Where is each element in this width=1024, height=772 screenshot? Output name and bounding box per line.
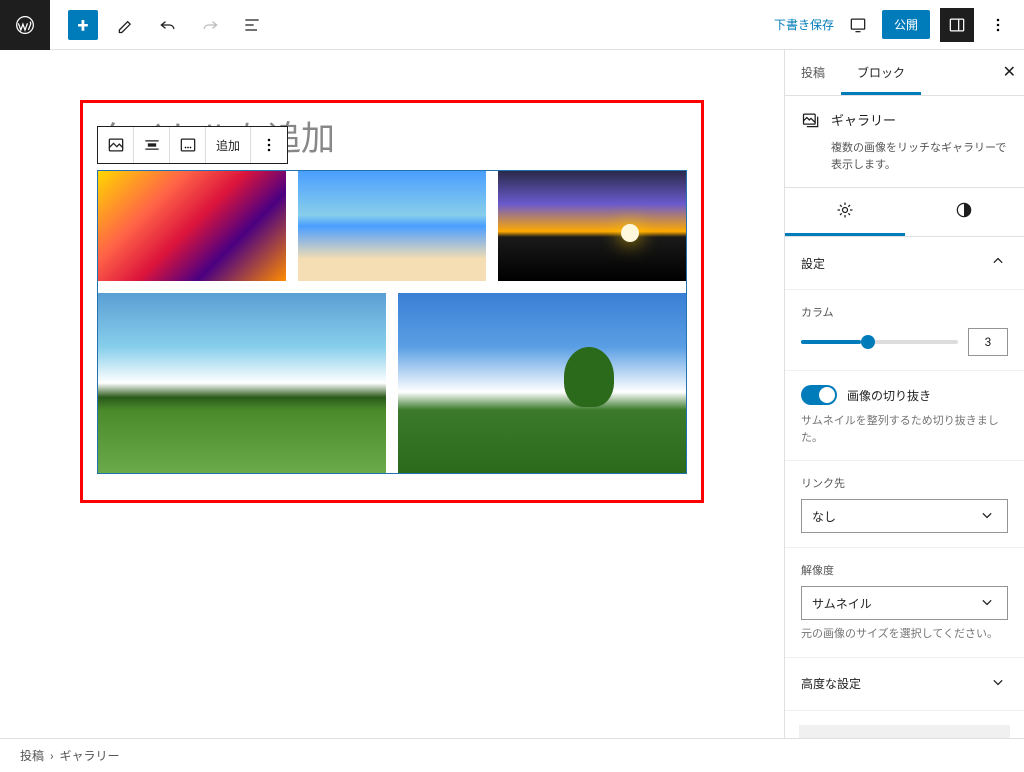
- columns-label: カラム: [801, 304, 1008, 320]
- sidebar-toggle-button[interactable]: [940, 8, 974, 42]
- resolution-select[interactable]: サムネイル: [801, 586, 1008, 620]
- undo-icon[interactable]: [154, 11, 182, 39]
- gallery-image[interactable]: [98, 171, 286, 281]
- breadcrumb-post[interactable]: 投稿: [20, 749, 44, 763]
- close-sidebar-icon[interactable]: ✕: [1003, 62, 1016, 81]
- gallery-image[interactable]: [98, 293, 386, 473]
- gallery-image[interactable]: [398, 293, 686, 473]
- section-advanced-toggle[interactable]: 高度な設定: [785, 658, 1024, 711]
- link-label: リンク先: [801, 475, 1008, 491]
- resolution-help: 元の画像のサイズを選択してください。: [801, 626, 1008, 643]
- chevron-down-icon: [977, 592, 997, 615]
- editor-canvas[interactable]: タイトルを追加 追加: [0, 50, 784, 738]
- align-icon[interactable]: [134, 127, 170, 163]
- block-description: 複数の画像をリッチなギャラリーで表示します。: [831, 140, 1008, 173]
- breadcrumb-gallery[interactable]: ギャラリー: [60, 749, 120, 763]
- chevron-down-icon: [977, 505, 997, 528]
- crop-label: 画像の切り抜き: [847, 387, 931, 404]
- gallery-block[interactable]: [97, 170, 687, 474]
- block-type-icon[interactable]: [98, 127, 134, 163]
- preview-icon[interactable]: [844, 11, 872, 39]
- columns-slider[interactable]: [801, 340, 958, 344]
- block-name: ギャラリー: [831, 110, 896, 134]
- caption-icon[interactable]: [170, 127, 206, 163]
- section-settings-toggle[interactable]: 設定: [785, 237, 1024, 290]
- save-draft-link[interactable]: 下書き保存: [774, 16, 834, 33]
- link-select[interactable]: なし: [801, 499, 1008, 533]
- more-options-icon[interactable]: [984, 11, 1012, 39]
- crop-toggle[interactable]: [801, 385, 837, 405]
- dismiss-notice-icon[interactable]: ✕: [993, 733, 1002, 739]
- annotation-highlight: タイトルを追加 追加: [80, 100, 704, 503]
- publish-button[interactable]: 公開: [882, 10, 930, 39]
- gallery-icon: [801, 110, 821, 134]
- chevron-up-icon: [988, 251, 1008, 275]
- settings-sidebar: 投稿 ブロック ✕ ギャラリー 複数の画像をリッチなギャラリーで表示します。 設…: [784, 50, 1024, 738]
- block-more-icon[interactable]: [251, 127, 287, 163]
- top-toolbar: + 下書き保存 公開: [0, 0, 1024, 50]
- styles-subtab[interactable]: [905, 188, 1024, 236]
- breadcrumb: 投稿 › ギャラリー: [0, 738, 1024, 772]
- wordpress-logo[interactable]: [0, 0, 50, 50]
- redo-icon[interactable]: [196, 11, 224, 39]
- columns-value-input[interactable]: 3: [968, 328, 1008, 356]
- tab-block[interactable]: ブロック: [841, 50, 921, 95]
- tab-post[interactable]: 投稿: [785, 50, 841, 95]
- resolution-label: 解像度: [801, 562, 1008, 578]
- add-image-button[interactable]: 追加: [206, 127, 251, 163]
- crop-help: サムネイルを整列するため切り抜きました。: [801, 413, 1008, 446]
- gallery-image[interactable]: [298, 171, 486, 281]
- add-block-button[interactable]: +: [68, 10, 98, 40]
- document-outline-icon[interactable]: [238, 11, 266, 39]
- block-toolbar: 追加: [97, 126, 288, 164]
- edit-mode-icon[interactable]: [112, 11, 140, 39]
- gallery-image[interactable]: [498, 171, 686, 281]
- chevron-down-icon: [988, 672, 1008, 696]
- styles-moved-notice: 他のブロック設定をお探しですか ? 「スタイル」タブに移動しました。 ✕: [799, 725, 1010, 739]
- settings-subtab[interactable]: [785, 188, 905, 236]
